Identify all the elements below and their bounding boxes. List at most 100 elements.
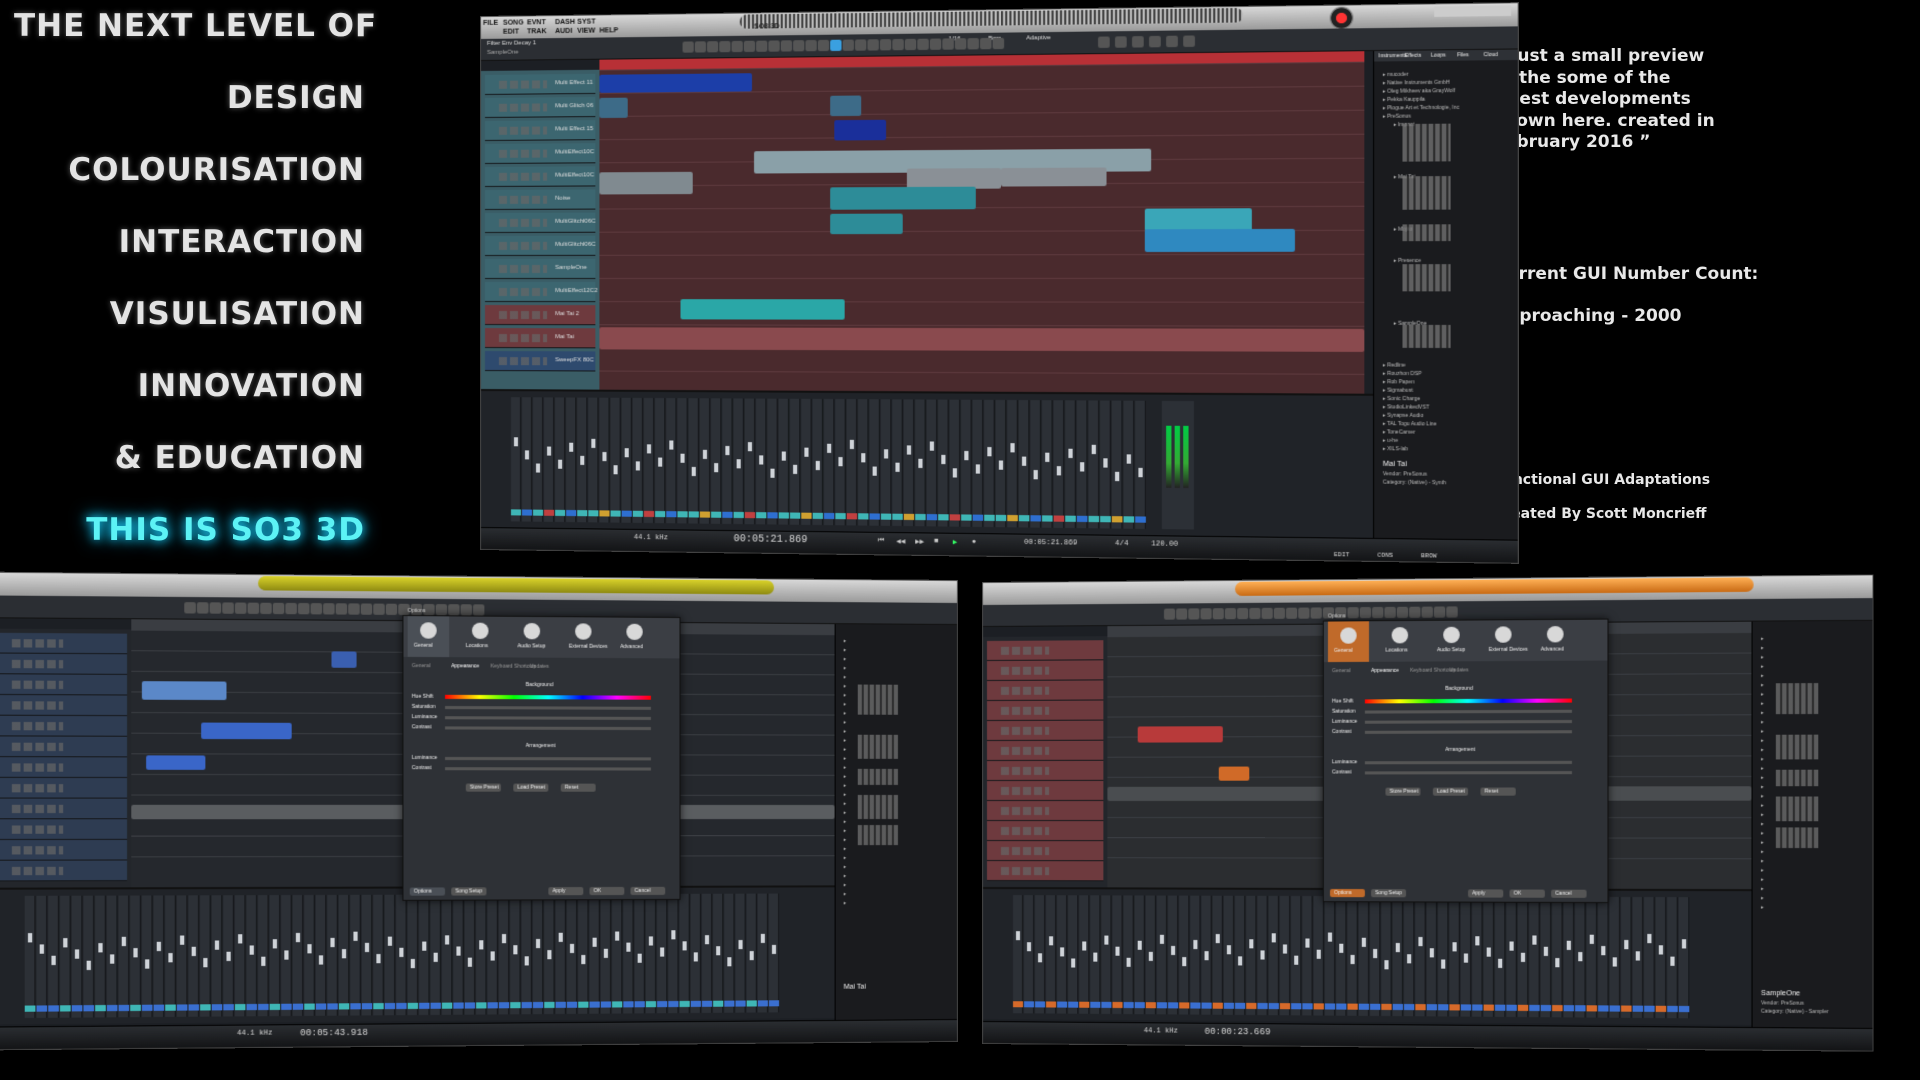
mixer-channel[interactable] <box>612 894 623 1014</box>
mixer-channel[interactable] <box>623 893 634 1014</box>
channel-fader[interactable] <box>1171 945 1176 956</box>
track-header[interactable] <box>986 800 1104 822</box>
tool-button[interactable] <box>196 602 209 614</box>
track-header[interactable] <box>986 841 1104 862</box>
browser-item[interactable]: ▸ <box>844 801 847 807</box>
mixer-channel[interactable] <box>1018 400 1030 528</box>
channel-fader[interactable] <box>513 945 518 955</box>
browser-item[interactable]: ▸ <box>1761 830 1764 836</box>
track-buttons[interactable] <box>498 195 548 204</box>
snap-value[interactable]: Adaptive <box>1026 35 1051 41</box>
channel-fader[interactable] <box>330 937 335 948</box>
plugin-thumbnail[interactable] <box>857 768 898 785</box>
browser-item[interactable]: ▸ <box>1761 905 1764 911</box>
audio-clip[interactable] <box>146 755 206 770</box>
channel-fader[interactable] <box>770 468 775 478</box>
channel-fader[interactable] <box>580 455 585 465</box>
mixer-channel[interactable] <box>757 893 768 1013</box>
menu-item-dash[interactable]: DASH <box>555 19 575 26</box>
channel-fader[interactable] <box>838 457 843 467</box>
channel-fader[interactable] <box>238 934 243 944</box>
mixer-channel[interactable] <box>1506 896 1517 1018</box>
mixer-channel[interactable] <box>1246 895 1257 1016</box>
channel-fader[interactable] <box>1226 945 1231 955</box>
tool-button[interactable] <box>1176 608 1188 620</box>
browser-item[interactable]: ▸ <box>844 891 847 897</box>
channel-fader[interactable] <box>1498 958 1503 968</box>
tab-advanced-icon[interactable] <box>626 623 643 641</box>
browser-item[interactable]: ▸ <box>1761 682 1764 688</box>
track-header[interactable]: Multi Effect 15 <box>484 120 596 141</box>
browser-item[interactable]: ▸ TAL Togu Audio Line <box>1383 421 1437 428</box>
browser-item[interactable]: ▸ <box>1761 849 1764 855</box>
channel-fader[interactable] <box>704 935 710 945</box>
channel-fader[interactable] <box>272 939 277 949</box>
channel-fader[interactable] <box>1049 936 1054 946</box>
track-buttons[interactable] <box>11 866 64 876</box>
mixer-channel[interactable] <box>510 894 521 1015</box>
mixer-channel[interactable] <box>350 894 361 1016</box>
tool-button[interactable] <box>817 39 830 52</box>
channel-fader[interactable] <box>1647 933 1652 944</box>
channel-fader[interactable] <box>295 932 301 943</box>
channel-fader[interactable] <box>760 933 765 943</box>
mixer-channel[interactable] <box>668 893 679 1014</box>
channel-fader[interactable] <box>998 460 1004 470</box>
mixer-channel[interactable] <box>688 398 699 524</box>
track-buttons[interactable] <box>498 149 548 158</box>
mixer-channel[interactable] <box>858 399 869 526</box>
mixer-channel[interactable] <box>903 399 915 527</box>
browser-item[interactable]: ▸ <box>1761 793 1764 799</box>
channel-fader[interactable] <box>156 941 161 952</box>
channel-fader[interactable] <box>1384 960 1389 970</box>
plugin-thumbnail[interactable] <box>857 794 898 820</box>
tool-button[interactable] <box>992 37 1005 50</box>
transport-button[interactable]: ◀◀ <box>896 537 905 546</box>
track-buttons[interactable] <box>498 334 548 343</box>
channel-fader[interactable] <box>602 452 607 462</box>
channel-fader[interactable] <box>353 931 358 941</box>
mixer-channel[interactable] <box>1168 895 1179 1015</box>
channel-fader[interactable] <box>1038 953 1043 963</box>
tool-button[interactable] <box>435 604 448 616</box>
tool-button[interactable] <box>879 39 892 51</box>
channel-fader[interactable] <box>975 464 980 474</box>
mixer-channel[interactable] <box>441 894 453 1015</box>
tool-button[interactable] <box>310 603 323 615</box>
mixer-channel[interactable] <box>532 894 544 1015</box>
track-header[interactable] <box>0 839 128 861</box>
track-header[interactable] <box>0 736 128 758</box>
track-header[interactable]: Mai Tai <box>484 328 596 349</box>
mixer-channel[interactable] <box>679 893 690 1014</box>
channel-fader[interactable] <box>191 946 196 957</box>
mixer-channel[interactable] <box>373 894 384 1016</box>
channel-fader[interactable] <box>624 448 629 458</box>
mixer-channel[interactable] <box>1035 895 1046 1014</box>
browser-item[interactable]: ▸ <box>844 900 847 906</box>
mixer-channel[interactable] <box>1655 897 1667 1019</box>
tool-button[interactable] <box>448 604 460 616</box>
channel-fader[interactable] <box>1093 952 1098 962</box>
channel-fader[interactable] <box>964 450 969 461</box>
mixer-channel[interactable] <box>1279 895 1291 1016</box>
channel-fader[interactable] <box>51 955 56 966</box>
mixer-channel[interactable] <box>643 397 655 524</box>
channel-fader[interactable] <box>702 449 707 459</box>
mixer-channel[interactable] <box>1007 400 1018 528</box>
mixer-channel[interactable] <box>544 397 555 522</box>
channel-fader[interactable] <box>98 943 103 953</box>
subtab-general[interactable]: General <box>1332 668 1350 674</box>
mixer-channel[interactable] <box>464 894 476 1015</box>
arrangement-lanes[interactable] <box>599 61 1365 394</box>
channel-fader[interactable] <box>1204 951 1209 961</box>
track-header[interactable] <box>986 780 1104 801</box>
track-header[interactable]: Mai Tai 2 <box>484 305 596 326</box>
channel-fader[interactable] <box>906 445 912 455</box>
mixer-channel[interactable] <box>24 895 36 1018</box>
mixer-channel[interactable] <box>1053 400 1065 528</box>
channel-fader[interactable] <box>536 463 541 473</box>
tool-button[interactable] <box>768 40 780 52</box>
channel-fader[interactable] <box>861 453 866 463</box>
store-preset-button[interactable]: Store Preset <box>465 783 501 792</box>
mixer-channel[interactable] <box>1088 400 1100 529</box>
